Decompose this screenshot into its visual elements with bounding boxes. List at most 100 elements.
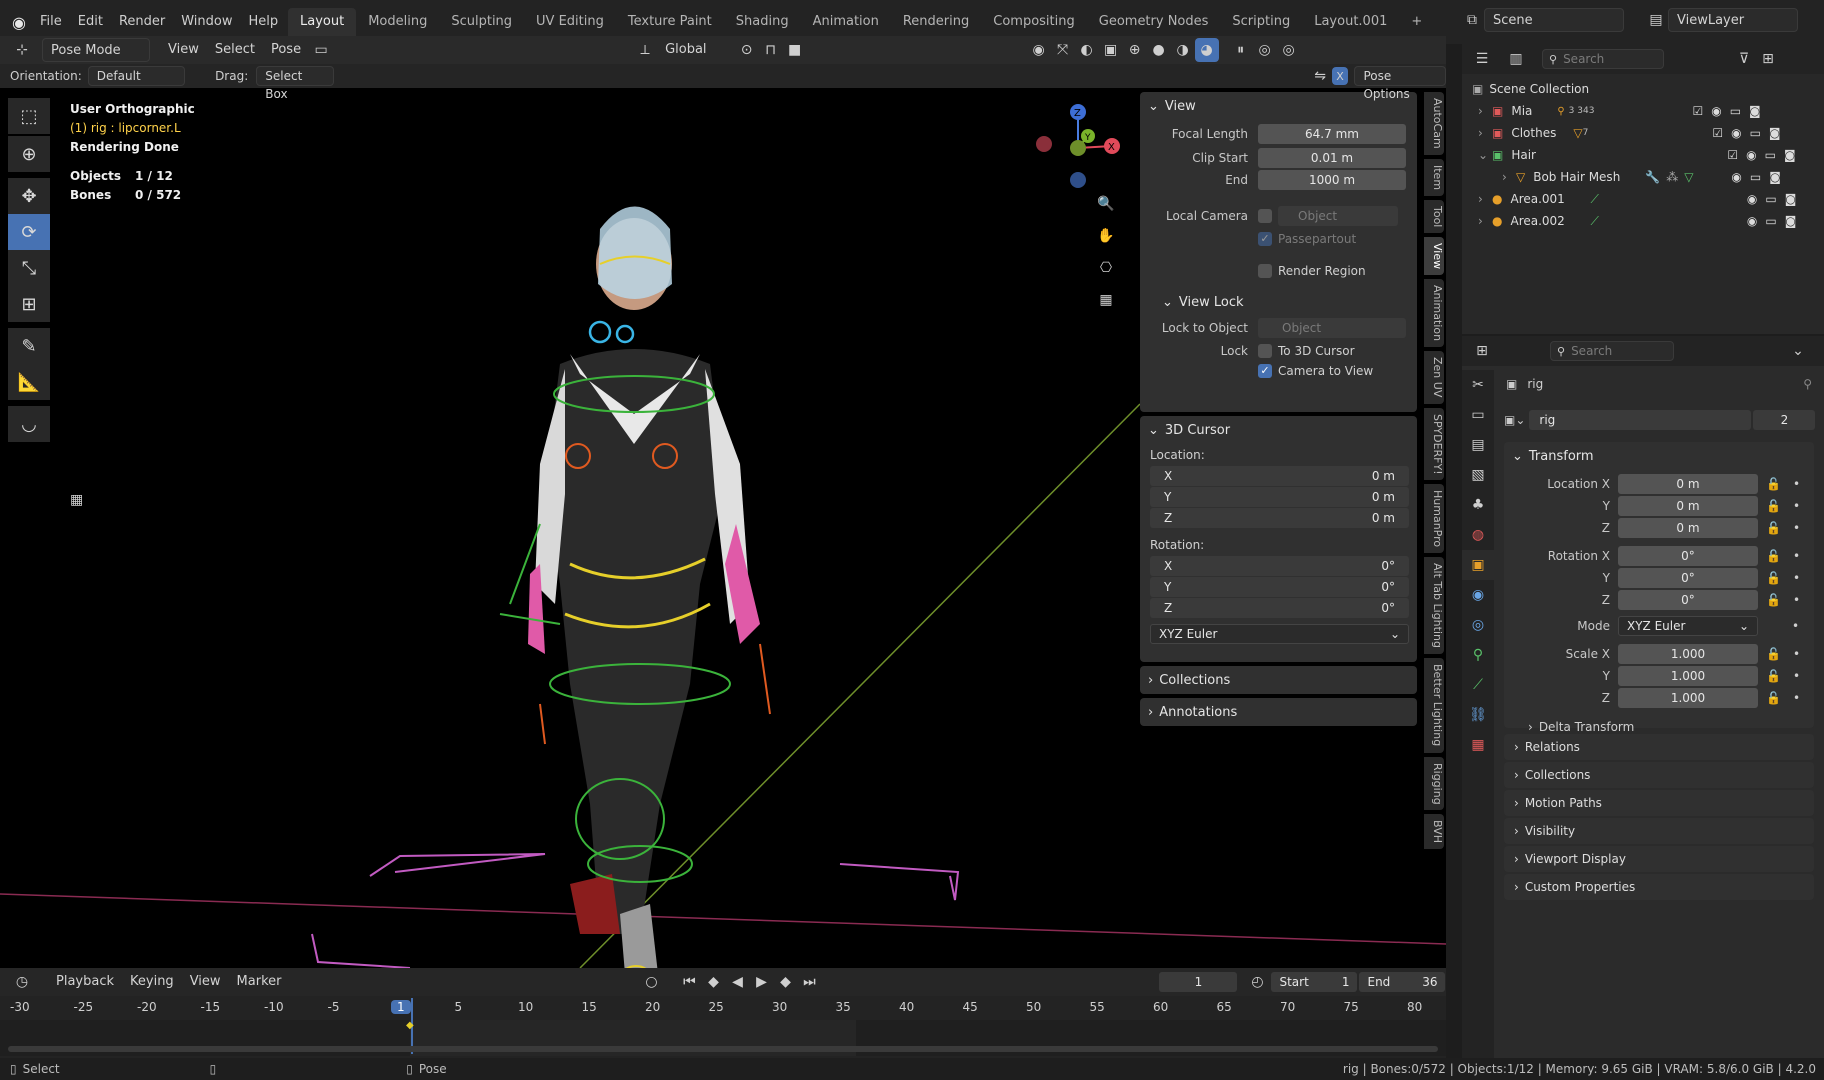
- display-mode-icon[interactable]: ▥: [1504, 47, 1528, 71]
- properties-editor-icon[interactable]: ⊞: [1470, 339, 1494, 363]
- outliner-root[interactable]: ▣ Scene Collection: [1468, 78, 1818, 100]
- bone-constraint-tab-icon[interactable]: ⛓: [1462, 700, 1494, 730]
- monitor-icon[interactable]: ▭: [1750, 126, 1761, 140]
- bone-tool[interactable]: ◡: [8, 406, 50, 442]
- measure-tool[interactable]: 📐: [8, 364, 50, 400]
- keyframe-dot[interactable]: •: [1793, 549, 1800, 563]
- lock-icon[interactable]: 🔓: [1766, 691, 1781, 705]
- rendered-shading-icon[interactable]: ◕: [1194, 38, 1219, 62]
- menu-timeline-view[interactable]: View: [182, 970, 229, 994]
- pin-icon[interactable]: ⚲: [1803, 377, 1812, 391]
- menu-edit[interactable]: Edit: [70, 11, 111, 33]
- menu-playback[interactable]: Playback: [48, 970, 122, 994]
- add-workspace-button[interactable]: +: [1399, 8, 1434, 36]
- eye-icon[interactable]: ◉: [1731, 170, 1741, 184]
- cursor-rotation-mode-select[interactable]: XYZ Euler ⌄: [1150, 624, 1409, 644]
- exclude-checkbox[interactable]: ☑: [1727, 148, 1738, 162]
- location-z-field[interactable]: 0 m: [1618, 518, 1758, 538]
- eye-icon[interactable]: ◉: [1747, 192, 1757, 206]
- menu-render[interactable]: Render: [111, 11, 173, 33]
- lock-icon[interactable]: 🔓: [1766, 521, 1781, 535]
- prev-keyframe-icon[interactable]: ◆: [701, 970, 725, 994]
- scale-y-field[interactable]: 1.000: [1618, 666, 1758, 686]
- tab-zen-uv[interactable]: Zen UV: [1424, 351, 1444, 404]
- transform-orientation-icon[interactable]: ⟂: [633, 38, 657, 62]
- menu-view[interactable]: View: [160, 38, 207, 62]
- filter-icon[interactable]: ⊽: [1732, 47, 1756, 71]
- transform-panel-header[interactable]: ⌄ Transform: [1504, 442, 1814, 470]
- render-tab-icon[interactable]: ▭: [1462, 400, 1494, 430]
- focal-length-field[interactable]: 64.7 mm: [1258, 124, 1406, 144]
- location-x-field[interactable]: 0 m: [1618, 474, 1758, 494]
- tab-item[interactable]: Item: [1424, 158, 1444, 196]
- annotations-panel-header[interactable]: › Annotations: [1140, 698, 1417, 726]
- zoom-icon[interactable]: 🔍: [1094, 192, 1118, 216]
- rotation-x-field[interactable]: 0°: [1618, 546, 1758, 566]
- overlays-icon[interactable]: ◐: [1075, 38, 1099, 62]
- eye-icon[interactable]: ◉: [1746, 148, 1756, 162]
- scale-tool[interactable]: ⤡: [8, 250, 50, 286]
- tab-rigging[interactable]: Rigging: [1424, 756, 1444, 811]
- monitor-icon[interactable]: ▭: [1765, 214, 1776, 228]
- menu-help[interactable]: Help: [241, 11, 287, 33]
- camera-icon[interactable]: ◙: [1785, 192, 1797, 206]
- keyframe-dot[interactable]: •: [1793, 647, 1800, 661]
- tool-tab-icon[interactable]: ✂: [1462, 370, 1494, 400]
- outliner-editor-icon[interactable]: ☰: [1470, 47, 1494, 71]
- expand-icon[interactable]: ›: [1478, 126, 1492, 140]
- monitor-icon[interactable]: ▭: [1765, 148, 1776, 162]
- tab-humanpro[interactable]: HumanPro: [1424, 484, 1444, 554]
- tab-view[interactable]: View: [1424, 237, 1444, 276]
- clip-end-field[interactable]: 1000 m: [1258, 170, 1406, 190]
- output-tab-icon[interactable]: ▤: [1462, 430, 1494, 460]
- keyframe-diamond-icon[interactable]: ◆: [406, 1020, 414, 1031]
- blender-logo-icon[interactable]: ◉: [6, 13, 32, 32]
- expand-icon[interactable]: ›: [1478, 192, 1492, 206]
- stopwatch-icon[interactable]: ◴: [1245, 970, 1269, 994]
- keyframe-dot[interactable]: •: [1793, 593, 1800, 607]
- camera-view-icon[interactable]: ⎔: [1094, 256, 1118, 280]
- tab-better-lighting[interactable]: Better Lighting: [1424, 658, 1444, 753]
- editor-type-icon[interactable]: ⊹: [10, 38, 34, 62]
- solid-shading-icon[interactable]: ●: [1147, 38, 1171, 62]
- lock-icon[interactable]: 🔓: [1766, 669, 1781, 683]
- timeline-editor-icon[interactable]: ◷: [10, 970, 34, 994]
- monitor-icon[interactable]: ▭: [1765, 192, 1776, 206]
- lock-icon[interactable]: 🔓: [1766, 549, 1781, 563]
- timeline-scrollbar[interactable]: [8, 1046, 1438, 1052]
- scale-x-field[interactable]: 1.000: [1618, 644, 1758, 664]
- keyframe-dot[interactable]: •: [1793, 499, 1800, 513]
- lock-to-object-field[interactable]: Object: [1258, 318, 1406, 338]
- auto-key-icon[interactable]: ○: [639, 970, 663, 994]
- object-tab-icon[interactable]: ▣: [1462, 550, 1494, 580]
- outliner-search[interactable]: ⚲ Search: [1542, 49, 1664, 69]
- location-y-field[interactable]: 0 m: [1618, 496, 1758, 516]
- cursor-rotation-z[interactable]: Z 0°: [1150, 598, 1409, 618]
- material-shading-icon[interactable]: ◑: [1171, 38, 1195, 62]
- clip-start-field[interactable]: 0.01 m: [1258, 148, 1406, 168]
- monitor-icon[interactable]: ▭: [1730, 104, 1741, 118]
- mirror-icon[interactable]: ⇋: [1309, 64, 1332, 88]
- scene-selector[interactable]: Scene: [1484, 8, 1624, 32]
- wireframe-shading-icon[interactable]: ⊕: [1123, 38, 1147, 62]
- render-settings-icon[interactable]: ◎: [1253, 38, 1277, 62]
- current-frame-field[interactable]: 1: [1159, 972, 1238, 992]
- tab-rendering[interactable]: Rendering: [891, 8, 981, 36]
- tab-compositing[interactable]: Compositing: [981, 8, 1087, 36]
- world-tab-icon[interactable]: ◍: [1462, 520, 1494, 550]
- transform-orientation-selector[interactable]: Global: [657, 38, 714, 62]
- play-reverse-icon[interactable]: ◀: [725, 970, 749, 994]
- menu-select[interactable]: Select: [207, 38, 263, 62]
- keyframe-dot[interactable]: •: [1793, 521, 1800, 535]
- viewport-display-panel[interactable]: › Viewport Display: [1504, 846, 1814, 872]
- to-3d-cursor-checkbox[interactable]: [1258, 344, 1272, 358]
- tab-texture-paint[interactable]: Texture Paint: [616, 8, 724, 36]
- camera-to-view-checkbox[interactable]: ✓: [1258, 364, 1272, 378]
- snap-icon[interactable]: ⊓: [759, 38, 783, 62]
- cursor-location-z[interactable]: Z0 m: [1150, 508, 1409, 528]
- expand-icon[interactable]: ›: [1502, 170, 1516, 184]
- view-layer-selector[interactable]: ViewLayer: [1668, 8, 1798, 32]
- xray-icon[interactable]: ▣: [1099, 38, 1123, 62]
- pose-extra-icon[interactable]: ▭: [309, 38, 333, 62]
- keyframe-dot[interactable]: •: [1793, 571, 1800, 585]
